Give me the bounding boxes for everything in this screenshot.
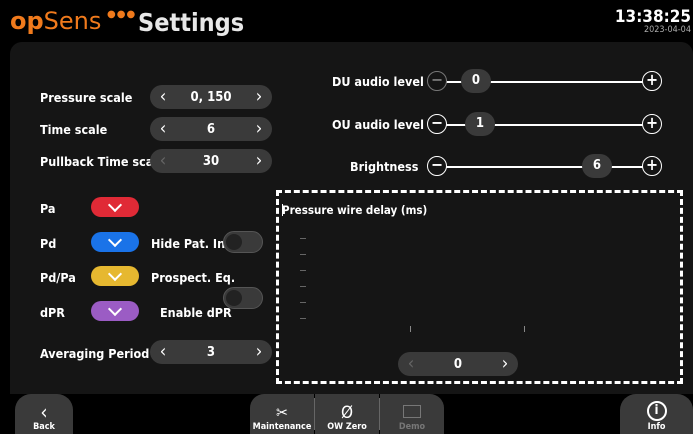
time-scale-decrease-button[interactable]: ‹	[150, 117, 176, 141]
pd-color-dropdown[interactable]	[91, 232, 139, 252]
chevron-down-icon	[107, 232, 123, 247]
pullback-time-scale-increase-button[interactable]: ›	[246, 149, 272, 173]
delay-increase-button[interactable]: ›	[492, 352, 518, 376]
du-audio-level-label: DU audio level	[332, 74, 424, 89]
pa-color-dropdown[interactable]	[91, 197, 139, 217]
channel-label-pdpa: Pd/Pa	[40, 270, 76, 285]
toggle-knob	[226, 289, 242, 306]
delay-axis-marker	[282, 204, 283, 216]
opsens-logo: opSens ●●●	[10, 9, 135, 33]
pressure-scale-stepper: ‹ 0, 150 ›	[150, 85, 272, 109]
ou-audio-minus-button[interactable]: −	[427, 114, 447, 134]
info-button[interactable]: i Info	[620, 394, 693, 434]
channel-label-pa: Pa	[40, 201, 56, 216]
demo-button-label: Demo	[398, 422, 426, 432]
brightness-minus-button[interactable]: −	[427, 156, 447, 176]
pullback-time-scale-stepper: ‹ 30 ›	[150, 149, 272, 173]
pressure-wire-delay-title: Pressure wire delay (ms)	[282, 203, 428, 217]
pressure-scale-label: Pressure scale	[40, 90, 133, 105]
maintenance-button-label: Maintenance	[252, 422, 312, 432]
x-tick	[410, 326, 411, 332]
back-button[interactable]: ‹ Back	[15, 394, 73, 434]
averaging-period-increase-button[interactable]: ›	[246, 340, 272, 364]
y-tick	[300, 318, 306, 319]
demo-waveform-icon	[403, 405, 421, 418]
pdpa-color-dropdown[interactable]	[91, 266, 139, 286]
ow-zero-button-label: OW Zero	[327, 422, 367, 432]
delay-decrease-button[interactable]: ‹	[398, 352, 424, 376]
brightness-label: Brightness	[350, 159, 419, 174]
pressure-scale-decrease-button[interactable]: ‹	[150, 85, 176, 109]
x-tick	[524, 326, 525, 332]
time-scale-value: 6	[206, 121, 216, 137]
zero-icon: Ø	[340, 403, 354, 423]
du-audio-minus-button[interactable]: −	[427, 71, 447, 91]
demo-button[interactable]: Demo	[380, 394, 444, 434]
toggle-knob	[226, 233, 242, 250]
channel-label-pd: Pd	[40, 236, 57, 251]
pressure-scale-value: 0, 150	[190, 89, 232, 105]
chevron-down-icon	[107, 301, 123, 316]
brightness-slider-knob[interactable]: 6	[582, 154, 612, 178]
delay-value: 0	[453, 356, 463, 372]
averaging-period-label: Averaging Period	[40, 346, 150, 361]
ow-zero-button[interactable]: Ø OW Zero	[315, 394, 379, 434]
du-audio-slider-knob[interactable]: 0	[461, 69, 491, 93]
wrench-screwdriver-icon: ✂	[275, 403, 289, 422]
page-title: Settings	[138, 8, 245, 37]
logo-dots-icon: ●●●	[107, 9, 137, 20]
averaging-period-decrease-button[interactable]: ‹	[150, 340, 176, 364]
y-tick	[300, 238, 306, 239]
clock-date: 2023-04-04	[643, 25, 691, 35]
time-scale-label: Time scale	[40, 122, 108, 137]
back-arrow-icon: ‹	[40, 400, 48, 424]
channel-label-dpr: dPR	[40, 305, 65, 320]
y-tick	[300, 286, 306, 287]
pullback-time-scale-label: Pullback Time scale	[40, 154, 165, 169]
ou-audio-slider-knob[interactable]: 1	[465, 112, 495, 136]
pullback-time-scale-value: 30	[202, 153, 220, 169]
dpr-color-dropdown[interactable]	[91, 301, 139, 321]
chevron-down-icon	[107, 197, 123, 212]
ou-audio-level-label: OU audio level	[332, 117, 425, 132]
brightness-slider-track[interactable]	[436, 166, 644, 168]
chevron-down-icon	[107, 266, 123, 281]
du-audio-plus-button[interactable]: +	[642, 71, 662, 91]
info-button-label: Info	[647, 422, 666, 432]
header-bar	[0, 0, 693, 42]
pressure-scale-increase-button[interactable]: ›	[246, 85, 272, 109]
time-scale-stepper: ‹ 6 ›	[150, 117, 272, 141]
y-tick	[300, 254, 306, 255]
delay-stepper: ‹ 0 ›	[398, 352, 518, 376]
y-tick	[300, 270, 306, 271]
enable-dpr-label: Enable dPR	[160, 305, 232, 320]
averaging-period-value: 3	[206, 344, 216, 360]
info-icon: i	[646, 401, 667, 421]
time-scale-increase-button[interactable]: ›	[246, 117, 272, 141]
averaging-period-stepper: ‹ 3 ›	[150, 340, 272, 364]
pullback-time-scale-decrease-button[interactable]: ‹	[150, 149, 176, 173]
back-button-label: Back	[33, 422, 55, 432]
maintenance-button[interactable]: ✂ Maintenance	[250, 394, 314, 434]
y-tick	[300, 302, 306, 303]
hide-pat-info-toggle[interactable]	[223, 231, 263, 253]
clock-time: 13:38:25	[614, 7, 691, 27]
brightness-plus-button[interactable]: +	[642, 156, 662, 176]
prospect-eq-label: Prospect. Eq.	[151, 270, 236, 285]
ou-audio-plus-button[interactable]: +	[642, 114, 662, 134]
